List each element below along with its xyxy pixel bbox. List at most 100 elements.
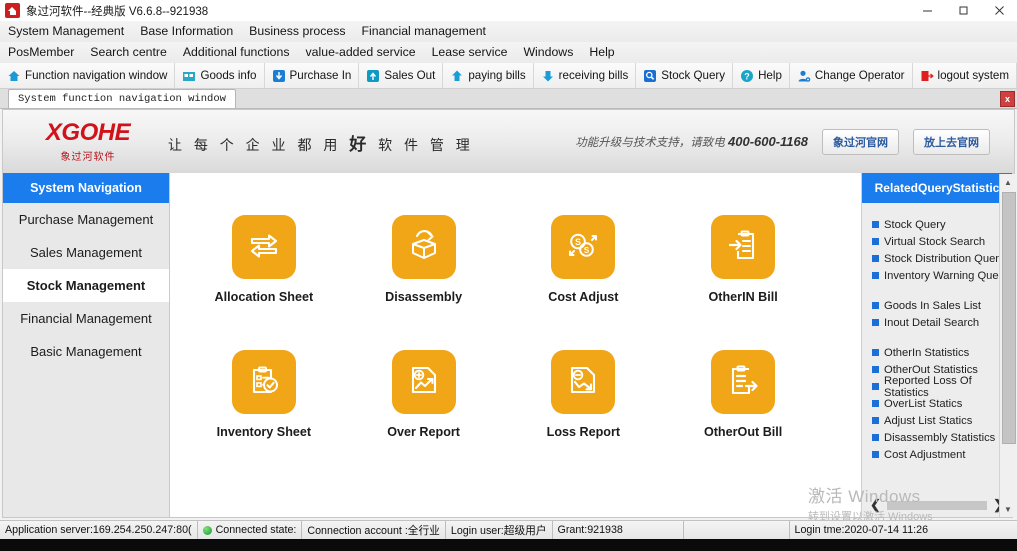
toolbar-purchase-in[interactable]: Purchase In [265, 63, 360, 88]
tile-allocation-sheet[interactable]: Allocation Sheet [184, 215, 344, 304]
panel-scroll-thumb[interactable] [886, 500, 988, 510]
list-item-inout-detail-search[interactable]: Inout Detail Search [872, 314, 1012, 331]
maximize-button[interactable] [945, 0, 981, 21]
tile-over-report[interactable]: Over Report [344, 350, 504, 439]
list-item-label: Inventory Warning Query [884, 269, 1008, 282]
list-item-goods-in-sales-list[interactable]: Goods In Sales List [872, 297, 1012, 314]
scroll-up-button[interactable]: ▲ [1000, 174, 1016, 190]
tile-label: Loss Report [546, 425, 621, 439]
sidebar-item-basic-management[interactable]: Basic Management [3, 335, 169, 368]
sales-out-icon [366, 69, 380, 83]
support-label: 功能升级与技术支持，请致电 [575, 137, 728, 149]
sidebar-item-stock-management[interactable]: Stock Management [3, 269, 169, 302]
bullet-icon [872, 349, 879, 356]
connected-indicator-icon [202, 525, 212, 535]
sidebar-item-financial-management[interactable]: Financial Management [3, 302, 169, 335]
tab-system-function-navigation-window[interactable]: System function navigation window [8, 89, 236, 108]
list-item-otherin-statistics[interactable]: OtherIn Statistics [872, 344, 1012, 361]
logo-subtitle: 象过河软件 [60, 152, 116, 163]
paying-bills-icon [450, 69, 464, 83]
toolbar-receiving-bills[interactable]: receiving bills [534, 63, 637, 88]
list-item-stock-distribution-query[interactable]: Stock Distribution Query [872, 250, 1012, 267]
menu-item-system-management[interactable]: System Management [0, 21, 132, 42]
toolbar-change-operator[interactable]: Change Operator [790, 63, 913, 88]
toolbar-logout-system[interactable]: logout system [913, 63, 1017, 88]
tile-cost-adjust[interactable]: S S Cost Adjust [504, 215, 664, 304]
bullet-icon [872, 221, 879, 228]
menu-item-help[interactable]: Help [581, 42, 622, 63]
list-item-virtual-stock-search[interactable]: Virtual Stock Search [872, 233, 1012, 250]
list-item-label: Disassembly Statistics [884, 431, 996, 444]
tile-disassembly[interactable]: Disassembly [344, 215, 504, 304]
list-item-stock-query[interactable]: Stock Query [872, 216, 1012, 233]
list-item-label: Inout Detail Search [884, 316, 980, 329]
panel-prev-button[interactable]: ❮ [870, 497, 881, 513]
tile-otherout-bill[interactable]: OtherOut Bill [663, 350, 823, 439]
window-controls [909, 0, 1017, 21]
goto-site-button[interactable]: 放上去官网 [913, 129, 990, 155]
tile-icon-container [711, 350, 776, 414]
slogan-suffix: 软 件 管 理 [370, 136, 474, 153]
tab-strip: System function navigation window x [0, 89, 1017, 109]
svg-text:S: S [584, 246, 590, 255]
toolbar-paying-bills[interactable]: paying bills [443, 63, 534, 88]
status-grant: Grant:921938 [553, 521, 684, 539]
list-item-label: Goods In Sales List [884, 299, 982, 312]
menu-item-search-centre[interactable]: Search centre [82, 42, 175, 63]
menu-item-financial-management[interactable]: Financial management [354, 21, 494, 42]
menu-item-lease-service[interactable]: Lease service [424, 42, 516, 63]
sidebar-item-purchase-management[interactable]: Purchase Management [3, 203, 169, 236]
toolbar-stock-query[interactable]: Stock Query [636, 63, 734, 88]
toolbar-label: Help [758, 69, 782, 82]
scroll-thumb[interactable] [1002, 192, 1016, 444]
tile-loss-report[interactable]: Loss Report [504, 350, 664, 439]
toolbar-function-navigation-window[interactable]: Function navigation window [0, 63, 176, 88]
bullet-icon [872, 255, 879, 262]
menu-item-base-information[interactable]: Base Information [132, 21, 241, 42]
tile-icon-container [391, 350, 456, 414]
list-item-label: Adjust List Statics [884, 414, 973, 427]
toolbar-sales-out[interactable]: Sales Out [359, 63, 444, 88]
toolbar-label: logout system [937, 69, 1010, 82]
tile-inventory-sheet[interactable]: Inventory Sheet [184, 350, 344, 439]
bullet-icon [872, 238, 879, 245]
toolbar-goods-info[interactable]: Goods info [175, 63, 265, 88]
status-spacer [684, 521, 790, 539]
window-title: 象过河软件--经典版 V6.6.8--921938 [26, 5, 209, 18]
support-phone: 400-600-1168 [728, 134, 808, 149]
tab-close-button[interactable]: x [1000, 91, 1015, 107]
page-vertical-scrollbar[interactable]: ▲ ▼ [999, 174, 1016, 517]
menu-item-windows[interactable]: Windows [515, 42, 581, 63]
list-item-inventory-warning-query[interactable]: Inventory Warning Query [872, 267, 1012, 284]
list-item-cost-adjustment[interactable]: Cost Adjustment [872, 446, 1012, 463]
toolbar-label: Change Operator [814, 69, 905, 82]
minimize-button[interactable] [909, 0, 945, 21]
official-site-button[interactable]: 象过河官网 [822, 129, 899, 155]
menu-item-posmember[interactable]: PosMember [0, 42, 82, 63]
menu-item-additional-functions[interactable]: Additional functions [175, 42, 298, 63]
logout-icon [920, 69, 934, 83]
toolbar-label: receiving bills [558, 69, 629, 82]
tile-label: Inventory Sheet [216, 425, 312, 439]
menu-item-business-process[interactable]: Business process [241, 21, 353, 42]
list-item-reported-loss-of-statistics[interactable]: Reported Loss Of Statistics [872, 375, 1012, 399]
toolbar-label: paying bills [468, 69, 526, 82]
toolbar-help[interactable]: ? Help [733, 63, 790, 88]
list-item-adjust-list-statics[interactable]: Adjust List Statics [872, 412, 1012, 429]
list-group-divider [872, 284, 1012, 297]
svg-text:?: ? [744, 71, 750, 81]
scroll-down-button[interactable]: ▼ [1000, 501, 1016, 517]
menu-item-value-added-service[interactable]: value-added service [298, 42, 424, 63]
close-button[interactable] [981, 0, 1017, 21]
panel-horizontal-nav: ❮ ❯ [862, 495, 1012, 515]
menu-bar-row-1: System Management Base Information Busin… [0, 21, 1017, 43]
bullet-icon [872, 383, 879, 390]
toolbar-label: Goods info [200, 69, 257, 82]
document-plus-chart-icon [406, 362, 442, 403]
sidebar-item-sales-management[interactable]: Sales Management [3, 236, 169, 269]
banner-right-group: 功能升级与技术支持，请致电 400-600-1168 象过河官网 放上去官网 [575, 129, 990, 155]
tile-otherin-bill[interactable]: OtherIN Bill [663, 215, 823, 304]
svg-text:S: S [575, 237, 581, 247]
os-taskbar [0, 539, 1017, 551]
list-item-disassembly-statistics[interactable]: Disassembly Statistics [872, 429, 1012, 446]
